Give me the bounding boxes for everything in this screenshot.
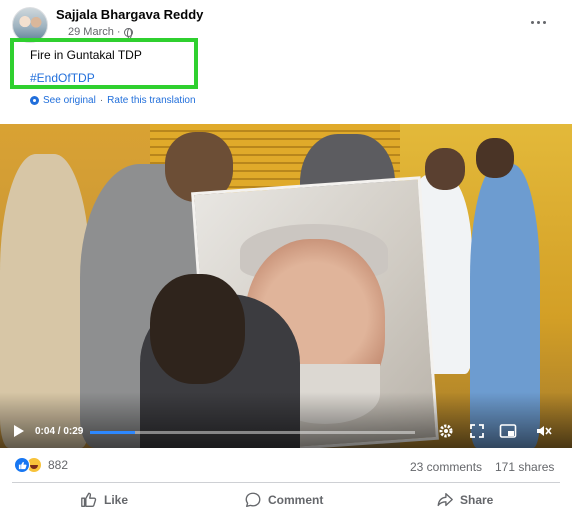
video-scene-person <box>425 148 465 190</box>
more-options-button[interactable] <box>526 10 550 34</box>
gear-icon <box>30 96 39 105</box>
like-label: Like <box>104 493 129 507</box>
post-meta: 29 March · <box>68 26 133 39</box>
meta-separator: · <box>116 26 121 38</box>
video-progress-fill <box>90 431 135 434</box>
hashtag-link[interactable]: #EndOfTDP <box>30 71 95 85</box>
translate-separator: · <box>99 95 104 106</box>
comment-label: Comment <box>268 493 324 507</box>
video-scene-person <box>150 274 245 384</box>
divider <box>12 482 560 483</box>
like-reaction-icon <box>14 457 30 473</box>
video-scene-person <box>476 138 514 178</box>
comment-button[interactable]: Comment <box>244 486 323 513</box>
settings-icon[interactable] <box>437 422 455 440</box>
reaction-count: 882 <box>48 458 69 472</box>
facebook-post: Sajjala Bhargava Reddy 29 March · Fire i… <box>0 0 572 513</box>
globe-icon <box>123 27 133 39</box>
comments-count[interactable]: 23 comments <box>410 460 482 474</box>
rate-translation-link[interactable]: Rate this translation <box>107 95 195 106</box>
author-name[interactable]: Sajjala Bhargava Reddy <box>56 7 203 22</box>
share-button[interactable]: Share <box>436 486 493 513</box>
video-controls-shade <box>0 392 572 448</box>
picture-in-picture-icon[interactable] <box>499 422 517 440</box>
volume-icon[interactable] <box>535 422 553 440</box>
reactions-summary[interactable]: 882 <box>14 457 68 473</box>
video-player[interactable]: 0:04 / 0:29 <box>0 124 572 448</box>
comment-icon <box>245 492 261 507</box>
like-button[interactable]: Like <box>80 486 128 513</box>
thumbs-up-icon <box>81 492 97 507</box>
see-original-link[interactable]: See original <box>43 95 96 106</box>
more-horizontal-icon <box>530 20 546 24</box>
post-caption: Fire in Guntakal TDP <box>30 48 142 62</box>
video-time: 0:04 / 0:29 <box>35 426 84 437</box>
fullscreen-icon[interactable] <box>468 422 486 440</box>
share-label: Share <box>460 493 494 507</box>
shares-count[interactable]: 171 shares <box>495 460 554 474</box>
share-icon <box>437 493 453 507</box>
translation-bar: See original · Rate this translation <box>30 95 196 106</box>
video-progress-bar[interactable] <box>90 431 415 434</box>
play-icon[interactable] <box>12 424 26 438</box>
post-date[interactable]: 29 March <box>68 26 114 38</box>
